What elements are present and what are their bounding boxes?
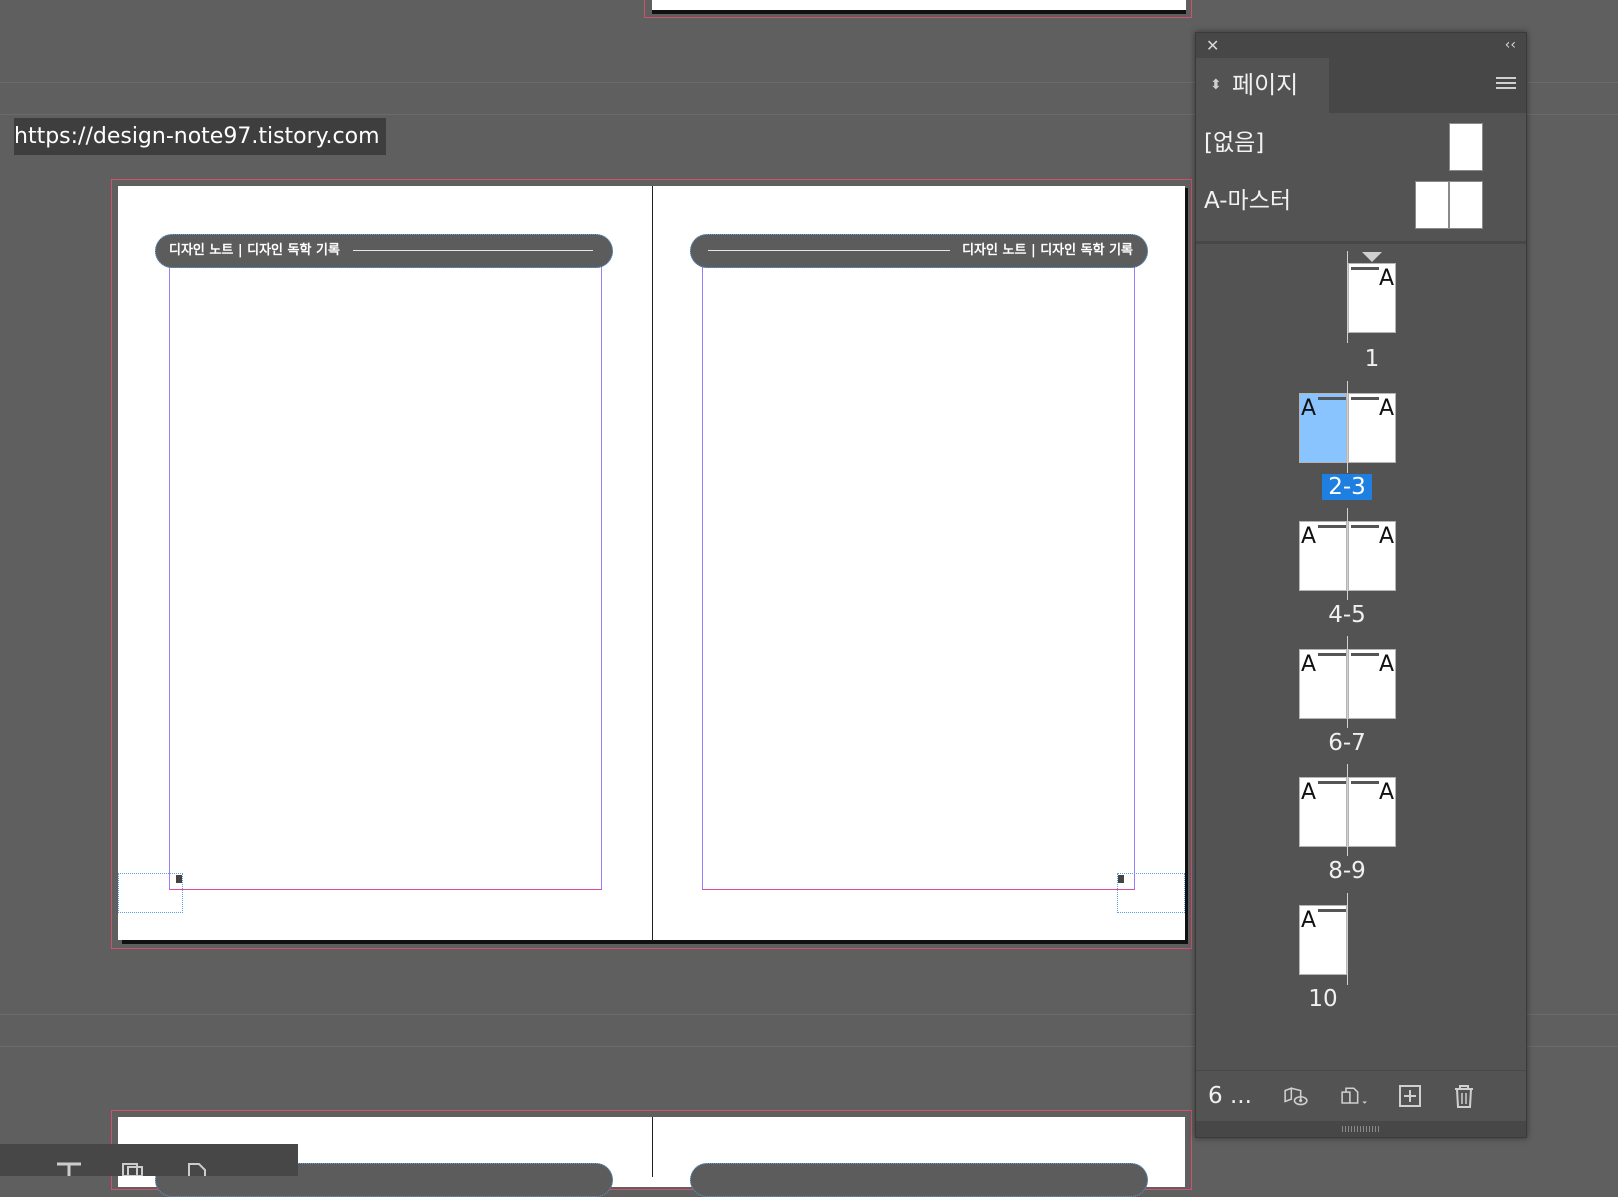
thumb-master-a: A [1301, 652, 1317, 677]
thumb-master-a: A [1378, 524, 1394, 549]
page-3-margins [702, 240, 1135, 890]
page-label-8-9[interactable]: 8-9 [1307, 858, 1387, 884]
page-tool-icon[interactable] [186, 1162, 208, 1176]
thumb-header-bar [1351, 781, 1379, 784]
page-thumb-6[interactable]: A [1299, 649, 1347, 719]
close-icon[interactable]: ✕ [1206, 36, 1219, 56]
page-label-2-3-text: 2-3 [1322, 474, 1372, 500]
thumb-master-a: A [1301, 524, 1317, 549]
thumb-header-bar [1351, 267, 1379, 270]
page-3-header-text: 디자인 노트 | 디자인 독학 기록 [962, 243, 1133, 258]
page-2-header-text: 디자인 노트 | 디자인 독학 기록 [169, 243, 340, 258]
page-thumb-3[interactable]: A [1348, 393, 1396, 463]
thumb-master-a: A [1378, 652, 1394, 677]
page-label-10-text: 10 [1308, 986, 1338, 1012]
collapse-icon[interactable]: ‹‹ [1505, 35, 1516, 55]
page-thumb-7[interactable]: A [1348, 649, 1396, 719]
spread-fold [652, 186, 653, 940]
type-tool-icon[interactable] [55, 1162, 83, 1176]
thumb-header-bar [1351, 525, 1379, 528]
page-label-1-text: 1 [1364, 346, 1380, 372]
page-thumb-10[interactable]: A [1299, 905, 1347, 975]
page-label-1[interactable]: 1 [1332, 346, 1412, 372]
previous-spread-shadow [652, 10, 1186, 14]
page-3-header-rule [708, 250, 950, 251]
page-number-frame[interactable] [118, 873, 183, 913]
page-thumb-1[interactable]: A [1348, 263, 1396, 333]
thumb-master-a: A [1378, 780, 1394, 805]
pages-panel: ✕ ‹‹ ⬍ 페이지 [없음] A-마스터 A 1 A A 2-3 A A 4-… [1195, 32, 1527, 1138]
panel-resize-grip[interactable] [1196, 1121, 1526, 1137]
master-a-label: A-마스터 [1204, 188, 1292, 214]
pages-tool-icon[interactable] [121, 1162, 145, 1176]
thumb-master-a: A [1301, 908, 1317, 933]
page-label-8-9-text: 8-9 [1328, 858, 1366, 884]
new-master-icon[interactable] [1339, 1083, 1367, 1109]
page-number-frame[interactable] [1117, 873, 1185, 913]
page-thumb-8[interactable]: A [1299, 777, 1347, 847]
master-none[interactable]: [없음] [1204, 123, 1264, 157]
page-label-6-7-text: 6-7 [1328, 730, 1366, 756]
master-a[interactable]: A-마스터 [1204, 181, 1291, 215]
page-2-margins [169, 240, 602, 890]
edit-page-size-icon[interactable] [1282, 1083, 1310, 1109]
page-label-4-5-text: 4-5 [1328, 602, 1366, 628]
page-thumb-2[interactable]: A [1299, 393, 1347, 463]
master-a-thumb-left[interactable] [1415, 181, 1449, 229]
thumb-header-bar [1318, 525, 1346, 528]
previous-spread-page [652, 0, 1186, 10]
panel-menu-icon[interactable] [1496, 77, 1516, 92]
url-watermark: https://design-note97.tistory.com [14, 118, 386, 155]
thumb-header-bar [1318, 653, 1346, 656]
thumb-master-a: A [1378, 266, 1394, 291]
thumb-header-bar [1318, 397, 1346, 400]
page-thumb-4[interactable]: A [1299, 521, 1347, 591]
master-none-thumb[interactable] [1449, 123, 1483, 171]
panel-footer: 6 ... [1196, 1070, 1526, 1121]
current-page-arrow [1362, 252, 1382, 262]
page-label-10[interactable]: 10 [1283, 986, 1363, 1012]
panel-divider [1196, 241, 1526, 244]
thumb-header-bar [1351, 397, 1379, 400]
text-anchor [176, 875, 182, 883]
thumb-master-a: A [1301, 396, 1317, 421]
new-page-icon[interactable] [1396, 1083, 1424, 1109]
master-a-thumb-right[interactable] [1449, 181, 1483, 229]
next-spread-fold [652, 1117, 653, 1177]
tab-pages-label: 페이지 [1232, 71, 1299, 99]
thumb-header-bar [1318, 781, 1346, 784]
page-thumb-5[interactable]: A [1348, 521, 1396, 591]
thumb-master-a: A [1378, 396, 1394, 421]
next-page-header-right [690, 1163, 1148, 1197]
page-label-2-3[interactable]: 2-3 [1307, 474, 1387, 500]
panel-title-bar: ✕ ‹‹ [1196, 33, 1526, 58]
master-none-label: [없음] [1204, 130, 1265, 156]
spine [1347, 893, 1348, 985]
page-label-4-5[interactable]: 4-5 [1307, 602, 1387, 628]
page-label-6-7[interactable]: 6-7 [1307, 730, 1387, 756]
thumb-header-bar [1351, 653, 1379, 656]
tab-pages[interactable]: ⬍ 페이지 [1196, 58, 1329, 113]
thumb-header-bar [1318, 909, 1346, 912]
page-thumb-9[interactable]: A [1348, 777, 1396, 847]
page-count: 6 ... [1208, 1083, 1252, 1109]
thumb-master-a: A [1301, 780, 1317, 805]
page-2-header-rule [353, 250, 593, 251]
trash-icon[interactable] [1450, 1083, 1478, 1109]
tool-strip [0, 1144, 298, 1176]
page-2-header[interactable]: 디자인 노트 | 디자인 독학 기록 [155, 234, 613, 268]
page-3-header[interactable]: 디자인 노트 | 디자인 독학 기록 [690, 234, 1148, 268]
text-anchor [1118, 875, 1124, 883]
tab-sort-icon: ⬍ [1210, 77, 1222, 93]
grip-lines [1342, 1126, 1380, 1132]
